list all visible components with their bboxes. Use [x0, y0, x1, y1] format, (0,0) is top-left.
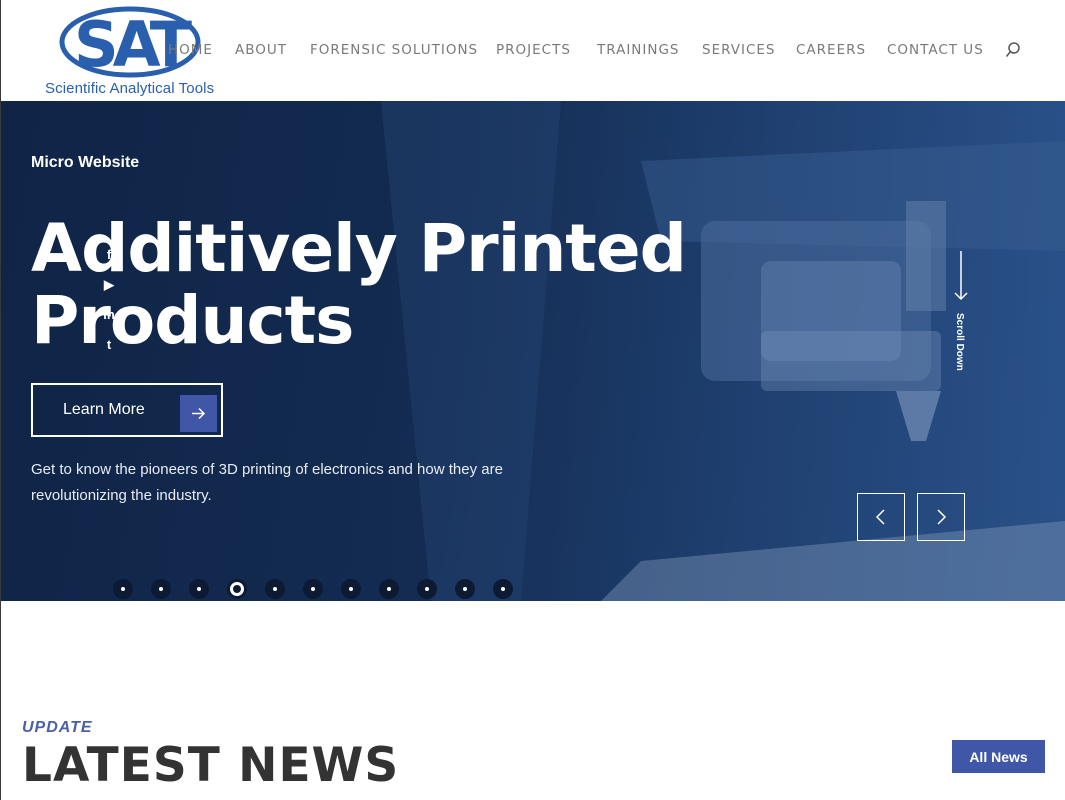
- slider-dot[interactable]: [341, 579, 361, 599]
- scroll-down[interactable]: Scroll Down: [951, 251, 971, 381]
- chevron-right-icon: [937, 509, 947, 525]
- chevron-left-icon: [875, 509, 885, 525]
- slider-dot[interactable]: [189, 579, 209, 599]
- hero-description: Get to know the pioneers of 3D printing …: [31, 461, 503, 504]
- learn-more-button[interactable]: Learn More: [31, 383, 223, 437]
- slider-dot[interactable]: [265, 579, 285, 599]
- all-news-button[interactable]: All News: [952, 740, 1045, 773]
- nav-services[interactable]: SERVICES: [702, 42, 775, 58]
- learn-more-label: Learn More: [63, 401, 145, 418]
- slider-dot[interactable]: [493, 579, 513, 599]
- news-section-title: LATEST NEWS: [22, 738, 400, 793]
- nav-forensic-solutions[interactable]: FORENSIC SOLUTIONS: [310, 42, 478, 58]
- linkedin-icon[interactable]: in: [97, 307, 121, 337]
- hero-headline: Additively Printed Products: [31, 213, 751, 357]
- slider-dot[interactable]: [417, 579, 437, 599]
- nav-trainings[interactable]: TRAININGS: [597, 42, 680, 58]
- site-header: SAT Scientific Analytical Tools HOME ABO…: [0, 0, 1065, 101]
- youtube-icon[interactable]: ▶: [97, 277, 121, 307]
- nav-home[interactable]: HOME: [168, 42, 213, 58]
- slider-dot[interactable]: [113, 579, 133, 599]
- news-eyebrow: UPDATE: [22, 719, 93, 736]
- social-links: f ▶ in t: [97, 247, 121, 367]
- logo-tagline: Scientific Analytical Tools: [45, 80, 215, 97]
- slider-dot[interactable]: [455, 579, 475, 599]
- hero-eyebrow: Micro Website: [31, 154, 140, 171]
- slider-dot[interactable]: [379, 579, 399, 599]
- slider-dot[interactable]: [303, 579, 323, 599]
- nav-careers[interactable]: CAREERS: [796, 42, 866, 58]
- hero-slider: Micro Website Additively Printed Product…: [1, 101, 1065, 601]
- facebook-icon[interactable]: f: [97, 247, 121, 277]
- arrow-down-icon: [954, 251, 968, 301]
- arrow-right-icon: [180, 395, 217, 432]
- search-icon[interactable]: [1005, 41, 1021, 59]
- nav-about[interactable]: ABOUT: [235, 42, 287, 58]
- scroll-down-label: Scroll Down: [954, 313, 965, 371]
- nav-projects[interactable]: PROJECTS: [496, 42, 571, 58]
- slider-next-button[interactable]: [917, 493, 965, 541]
- slider-prev-button[interactable]: [857, 493, 905, 541]
- hero-headline-line-1: Additively Printed: [31, 210, 687, 287]
- slider-dot[interactable]: [151, 579, 171, 599]
- nav-contact-us[interactable]: CONTACT US: [887, 42, 984, 58]
- hero-headline-line-2: Products: [31, 282, 354, 359]
- slider-dot-active[interactable]: [227, 579, 247, 599]
- twitter-icon[interactable]: t: [97, 337, 121, 367]
